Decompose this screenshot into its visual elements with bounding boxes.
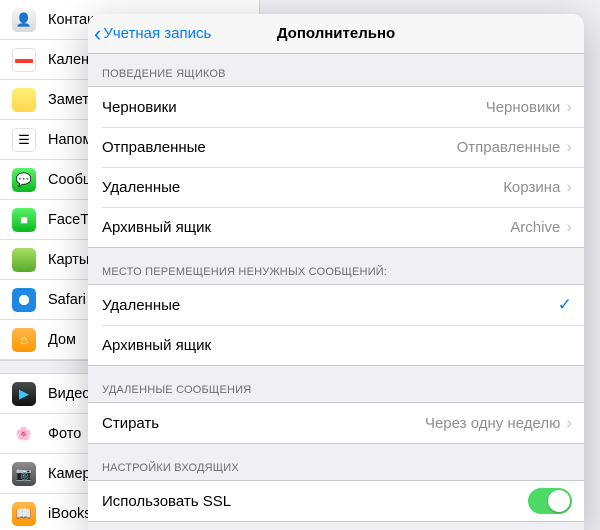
back-button[interactable]: ‹ Учетная запись bbox=[88, 23, 211, 45]
home-icon: ⌂ bbox=[12, 328, 36, 352]
row-use-ssl: Использовать SSL bbox=[88, 481, 584, 521]
sidebar-label: Дом bbox=[48, 332, 76, 348]
chevron-right-icon: › bbox=[566, 137, 572, 157]
ssl-toggle[interactable] bbox=[528, 488, 572, 514]
chevron-left-icon: ‹ bbox=[94, 23, 101, 45]
deleted-messages-group: Стирать Через одну неделю › bbox=[88, 402, 584, 444]
row-key: Удаленные bbox=[102, 179, 503, 196]
chevron-right-icon: › bbox=[566, 217, 572, 237]
row-remove[interactable]: Стирать Через одну неделю › bbox=[88, 403, 584, 443]
row-drafts[interactable]: Черновики Черновики › bbox=[88, 87, 584, 127]
mailbox-behaviors-group: Черновики Черновики › Отправленные Отпра… bbox=[88, 86, 584, 248]
nav-bar: ‹ Учетная запись Дополнительно bbox=[88, 14, 584, 54]
row-key: Архивный ящик bbox=[102, 337, 572, 354]
row-value: Archive bbox=[510, 219, 560, 236]
safari-icon bbox=[12, 288, 36, 312]
row-discard-archive[interactable]: Архивный ящик bbox=[88, 325, 584, 365]
sidebar-label: Видео bbox=[48, 386, 90, 402]
move-discarded-group: Удаленные ✓ Архивный ящик bbox=[88, 284, 584, 366]
sidebar-label: Safari bbox=[48, 292, 86, 308]
row-archive[interactable]: Архивный ящик Archive › bbox=[88, 207, 584, 247]
maps-icon bbox=[12, 248, 36, 272]
checkmark-icon: ✓ bbox=[558, 295, 572, 315]
row-key: Архивный ящик bbox=[102, 219, 510, 236]
video-icon: ▶ bbox=[12, 382, 36, 406]
row-sent[interactable]: Отправленные Отправленные › bbox=[88, 127, 584, 167]
back-label: Учетная запись bbox=[103, 25, 211, 42]
photo-icon: 🌸 bbox=[12, 422, 36, 446]
row-key: Удаленные bbox=[102, 297, 552, 314]
messages-icon: 💬 bbox=[12, 168, 36, 192]
group-header-incoming-settings: НАСТРОЙКИ ВХОДЯЩИХ bbox=[88, 444, 584, 480]
notes-icon bbox=[12, 88, 36, 112]
scroll-content[interactable]: ПОВЕДЕНИЕ ЯЩИКОВ Черновики Черновики › О… bbox=[88, 54, 584, 530]
camera-icon: 📷 bbox=[12, 462, 36, 486]
ibooks-icon: 📖 bbox=[12, 502, 36, 526]
row-key: Использовать SSL bbox=[102, 493, 528, 510]
incoming-settings-group: Использовать SSL bbox=[88, 480, 584, 522]
sidebar-label: iBooks bbox=[48, 506, 92, 522]
sidebar-label: Фото bbox=[48, 426, 81, 442]
chevron-right-icon: › bbox=[566, 413, 572, 433]
row-key: Черновики bbox=[102, 99, 486, 116]
sidebar-label: Карты bbox=[48, 252, 89, 268]
row-deleted[interactable]: Удаленные Корзина › bbox=[88, 167, 584, 207]
row-discard-deleted[interactable]: Удаленные ✓ bbox=[88, 285, 584, 325]
group-header-mailbox-behaviors: ПОВЕДЕНИЕ ЯЩИКОВ bbox=[88, 54, 584, 86]
contacts-icon: 👤 bbox=[12, 8, 36, 32]
row-key: Стирать bbox=[102, 415, 425, 432]
advanced-settings-sheet: ‹ Учетная запись Дополнительно ПОВЕДЕНИЕ… bbox=[88, 14, 584, 530]
row-value: Черновики bbox=[486, 99, 561, 116]
row-key: Отправленные bbox=[102, 139, 457, 156]
group-header-move-discarded: МЕСТО ПЕРЕМЕЩЕНИЯ НЕНУЖНЫХ СООБЩЕНИЙ: bbox=[88, 248, 584, 284]
chevron-right-icon: › bbox=[566, 97, 572, 117]
row-value: Отправленные bbox=[457, 139, 561, 156]
row-value: Через одну неделю bbox=[425, 415, 560, 432]
row-value: Корзина bbox=[503, 179, 560, 196]
group-header-deleted-messages: УДАЛЕННЫЕ СООБЩЕНИЯ bbox=[88, 366, 584, 402]
reminders-icon: ☰ bbox=[12, 128, 36, 152]
facetime-icon: ■ bbox=[12, 208, 36, 232]
chevron-right-icon: › bbox=[566, 177, 572, 197]
calendar-icon bbox=[12, 48, 36, 72]
